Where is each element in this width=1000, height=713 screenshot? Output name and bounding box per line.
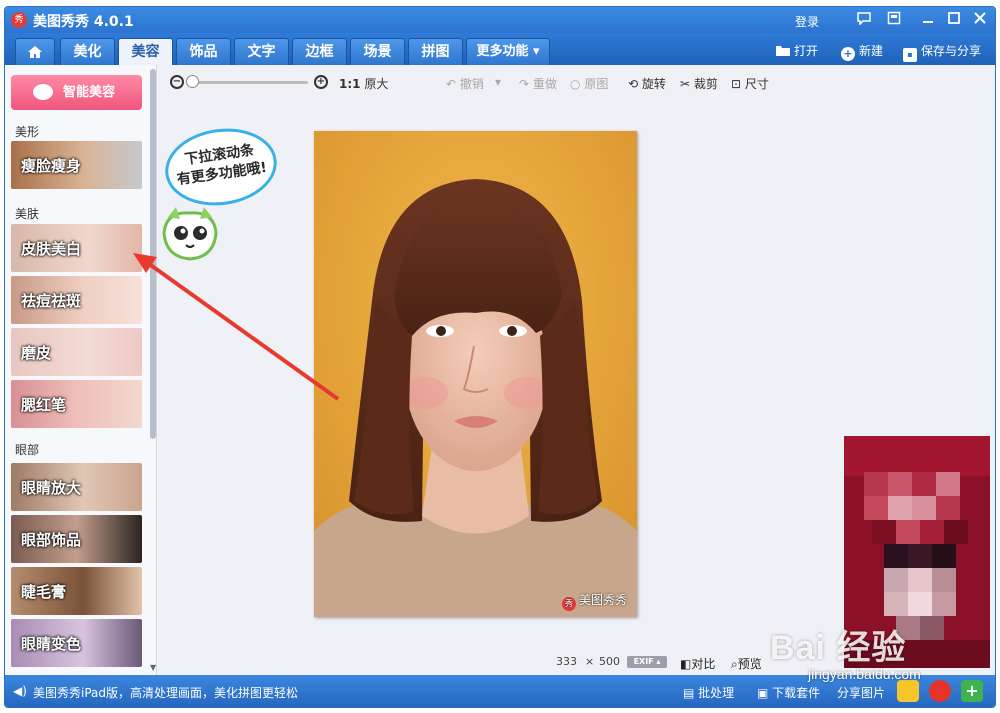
weibo-icon[interactable] <box>929 680 951 702</box>
add-icon[interactable]: + <box>961 680 983 702</box>
baidu-jingyan-watermark: Bai 经验 <box>770 629 907 667</box>
download-suite-button[interactable]: ▣ 下载套件 <box>757 684 820 701</box>
share-image-button[interactable]: 分享图片 <box>837 684 885 701</box>
promo-tip[interactable]: 美图秀秀iPad版，高清处理画面，美化拼图更轻松 <box>33 684 298 701</box>
download-icon: ▣ <box>757 686 769 700</box>
speaker-icon: ◀) <box>13 684 27 698</box>
baidu-jingyan-url: jingyan.baidu.com <box>808 666 921 682</box>
qzone-star-icon[interactable] <box>897 680 919 702</box>
batch-icon: ▤ <box>683 686 695 700</box>
batch-button[interactable]: ▤ 批处理 <box>683 684 734 701</box>
